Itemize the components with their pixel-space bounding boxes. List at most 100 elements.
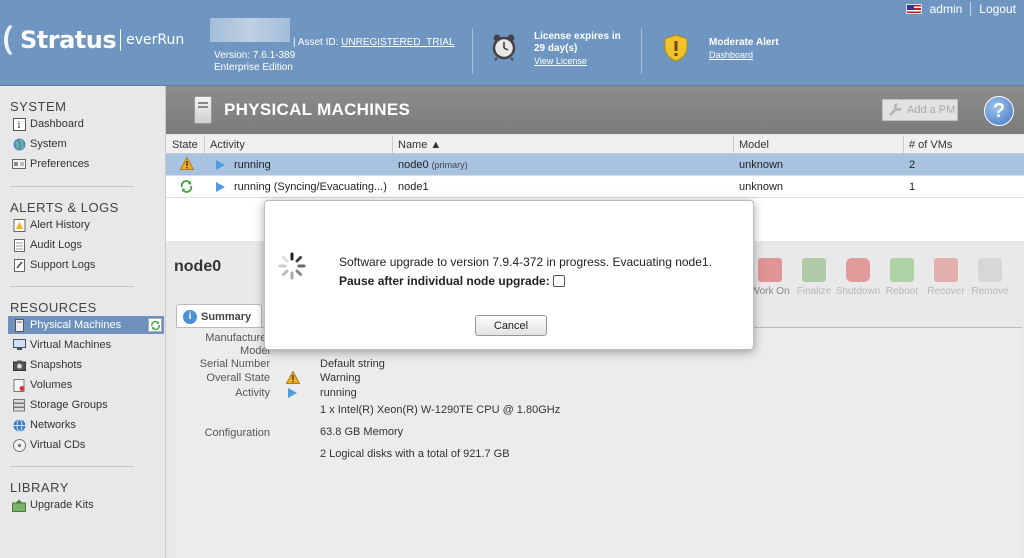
sidebar-item-storage-groups[interactable]: Storage Groups bbox=[12, 396, 164, 414]
sidebar-item-label: Dashboard bbox=[30, 118, 84, 130]
logo-product: everRun bbox=[126, 32, 185, 48]
row-name-note: (primary) bbox=[431, 160, 468, 170]
volume-icon bbox=[12, 378, 26, 392]
sidebar-item-physical-machines[interactable]: Physical Machines bbox=[8, 316, 164, 334]
sidebar-item-preferences[interactable]: Preferences bbox=[12, 155, 164, 173]
pause-option: Pause after individual node upgrade: bbox=[339, 274, 565, 288]
storage-group-icon bbox=[12, 398, 26, 412]
version-text: Version: 7.6.1-389 bbox=[214, 50, 296, 61]
node-title: node0 bbox=[174, 258, 222, 275]
camera-icon bbox=[12, 358, 26, 372]
sidebar-item-networks[interactable]: Networks bbox=[12, 416, 164, 434]
sidebar-divider bbox=[10, 286, 134, 287]
username[interactable]: admin bbox=[930, 2, 963, 16]
sidebar-item-label: Support Logs bbox=[30, 259, 96, 271]
sidebar-item-label: Virtual CDs bbox=[30, 439, 86, 451]
reboot-button[interactable]: Reboot bbox=[880, 258, 924, 297]
recover-button[interactable]: Recover bbox=[924, 258, 968, 297]
user-links: admin Logout bbox=[905, 2, 1016, 16]
stratus-logo: Stratus everRun bbox=[4, 22, 184, 58]
logo-divider bbox=[120, 29, 122, 51]
us-flag-icon[interactable] bbox=[905, 4, 922, 14]
alert-info: Moderate Alert Dashboard bbox=[709, 37, 779, 62]
asset-id-link[interactable]: UNREGISTERED_TRIAL bbox=[341, 37, 454, 48]
sidebar-item-alert-history[interactable]: Alert History bbox=[12, 216, 164, 234]
view-license-link[interactable]: View License bbox=[534, 56, 587, 66]
sidebar-item-virtual-cds[interactable]: Virtual CDs bbox=[12, 436, 164, 454]
cancel-button[interactable]: Cancel bbox=[475, 315, 547, 336]
col-name[interactable]: Name ▲ bbox=[398, 139, 441, 151]
table-row[interactable]: running (Syncing/Evacuating...) node1 un… bbox=[166, 176, 1024, 198]
finalize-button[interactable]: Finalize bbox=[792, 258, 836, 297]
alarm-clock-icon bbox=[492, 34, 516, 61]
sidebar-item-label: Preferences bbox=[30, 158, 90, 170]
play-icon bbox=[216, 182, 225, 195]
col-activity[interactable]: Activity bbox=[210, 139, 245, 151]
sidebar-item-support-logs[interactable]: Support Logs bbox=[12, 256, 164, 274]
col-divider bbox=[903, 136, 904, 154]
audit-logs-icon bbox=[12, 238, 26, 252]
row-vms: 1 bbox=[909, 181, 916, 193]
sidebar-item-label: Storage Groups bbox=[30, 399, 108, 411]
toplinks-divider bbox=[970, 2, 972, 16]
asset-label: | Asset ID: bbox=[293, 37, 339, 48]
work-on-button[interactable]: Work On bbox=[748, 258, 792, 297]
cd-icon bbox=[12, 438, 26, 452]
sidebar-item-snapshots[interactable]: Snapshots bbox=[12, 356, 164, 374]
alert-dashboard-link[interactable]: Dashboard bbox=[709, 50, 753, 60]
add-pm-label: Add a PM bbox=[907, 104, 956, 116]
manufacturer-label: Manufacturer bbox=[205, 332, 270, 344]
sidebar-item-audit-logs[interactable]: Audit Logs bbox=[12, 236, 164, 254]
recover-icon bbox=[934, 258, 958, 282]
row-activity: running bbox=[234, 159, 271, 171]
sidebar-section-alerts: ALERTS & LOGS bbox=[10, 200, 119, 215]
pm-actions: Work On Finalize Shutdown Reboot Recover… bbox=[748, 258, 1012, 297]
header-divider bbox=[472, 28, 473, 74]
shutdown-button[interactable]: Shutdown bbox=[836, 258, 880, 297]
col-state[interactable]: State bbox=[172, 139, 198, 151]
action-label: Remove bbox=[971, 286, 1009, 297]
sidebar-item-virtual-machines[interactable]: Virtual Machines bbox=[12, 336, 164, 354]
sidebar-item-upgrade-kits[interactable]: Upgrade Kits bbox=[12, 496, 164, 514]
virtual-machine-icon bbox=[12, 338, 26, 352]
config-label: Configuration bbox=[204, 427, 270, 439]
col-vms[interactable]: # of VMs bbox=[909, 139, 952, 151]
pause-checkbox[interactable] bbox=[552, 275, 565, 287]
summary-panel: Manufacturer Model Serial Number Default… bbox=[176, 327, 1022, 558]
add-pm-button[interactable]: Add a PM bbox=[882, 99, 958, 121]
action-label: Finalize bbox=[796, 286, 832, 297]
sidebar-item-volumes[interactable]: Volumes bbox=[12, 376, 164, 394]
svg-text:i: i bbox=[17, 121, 20, 131]
serial-value: Default string bbox=[320, 358, 385, 370]
license-days: 29 day(s) bbox=[534, 43, 578, 54]
activity-value: running bbox=[320, 387, 357, 399]
table-row[interactable]: running node0 (primary) unknown 2 bbox=[166, 154, 1024, 176]
sidebar-item-label: Networks bbox=[30, 419, 76, 431]
sidebar-item-system[interactable]: System bbox=[12, 135, 164, 153]
sidebar-divider bbox=[10, 186, 134, 187]
warning-shield-icon bbox=[664, 34, 688, 62]
reboot-icon bbox=[890, 258, 914, 282]
app-header: Stratus everRun Version: 7.6.1-389 Enter… bbox=[0, 0, 1024, 86]
alert-title: Moderate Alert bbox=[709, 37, 779, 48]
help-icon[interactable]: ? bbox=[984, 96, 1014, 126]
warning-icon bbox=[286, 371, 300, 384]
table-header: State Activity Name ▲ Model # of VMs bbox=[166, 136, 1024, 154]
license-line1: License expires in bbox=[534, 31, 621, 42]
row-name: node0 (primary) bbox=[398, 159, 468, 171]
alert-history-icon bbox=[12, 218, 26, 232]
col-model[interactable]: Model bbox=[739, 139, 769, 151]
row-vms: 2 bbox=[909, 159, 916, 171]
remove-button[interactable]: Remove bbox=[968, 258, 1012, 297]
sync-icon bbox=[148, 318, 162, 332]
tab-summary[interactable]: i Summary bbox=[176, 304, 262, 328]
license-info: License expires in 29 day(s) View Licens… bbox=[534, 31, 621, 68]
logout-link[interactable]: Logout bbox=[979, 2, 1016, 16]
sidebar-item-dashboard[interactable]: i Dashboard bbox=[12, 115, 164, 133]
pause-label: Pause after individual node upgrade: bbox=[339, 274, 550, 288]
sidebar-section-system: SYSTEM bbox=[10, 99, 67, 114]
sidebar-item-label: Audit Logs bbox=[30, 239, 82, 251]
edition-text: Enterprise Edition bbox=[214, 62, 293, 73]
preferences-icon bbox=[12, 157, 26, 171]
sidebar-item-label: Alert History bbox=[30, 219, 90, 231]
